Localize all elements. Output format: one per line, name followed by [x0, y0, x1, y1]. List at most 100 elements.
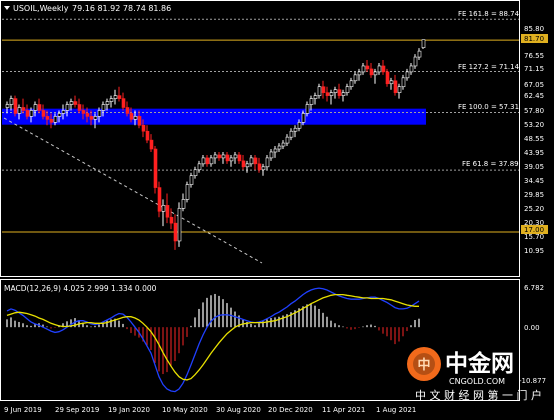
macd-frame	[0, 279, 520, 401]
candle-body	[257, 163, 262, 171]
candle-body	[29, 110, 34, 117]
time-label: 20 Dec 2020	[268, 406, 313, 414]
macd-axis-label: 6.782	[524, 284, 544, 292]
candle-body	[13, 98, 18, 114]
candle-body	[173, 222, 178, 242]
time-label: 9 Jun 2019	[4, 406, 42, 414]
candle-body	[245, 163, 250, 168]
candle-body	[37, 104, 42, 111]
price-label: 43.95	[524, 149, 544, 157]
candle-body	[241, 160, 246, 168]
candle-body	[61, 110, 66, 114]
candle-body	[253, 157, 258, 165]
price-label: 67.05	[524, 81, 544, 89]
candle-body	[381, 65, 386, 73]
candle-body	[293, 127, 298, 132]
chart-window[interactable]: USOIL,Weekly 79.16 81.92 78.74 81.86 FE …	[0, 0, 554, 416]
candle-body	[337, 89, 342, 96]
candle-body	[341, 92, 346, 96]
macd-axis-label: -10.877	[519, 377, 546, 385]
ohlc-values: 79.16 81.92 78.74 81.86	[72, 4, 171, 13]
candle-body	[89, 116, 94, 120]
candle-body	[125, 107, 130, 114]
candle-body	[149, 139, 154, 150]
fibo-label-100: FE 100.0 = 57.31	[458, 103, 519, 111]
candle-body	[357, 71, 362, 76]
price-axis[interactable]: 85.80 81.70 76.55 71.15 67.05 62.45 57.8…	[521, 25, 548, 255]
candle-body	[209, 157, 214, 165]
candle-body	[9, 98, 14, 105]
candle-body	[145, 130, 150, 141]
candle-body	[297, 122, 302, 129]
candle-body	[225, 154, 230, 162]
price-label: 62.45	[524, 92, 544, 100]
watermark-domain: CNGOLD.COM	[449, 377, 505, 386]
candle-body	[221, 154, 226, 159]
candle-body	[289, 130, 294, 138]
candle-body	[273, 148, 278, 153]
candle-body	[21, 107, 26, 111]
candle-body	[197, 163, 202, 171]
candle-body	[325, 92, 330, 96]
candle-body	[185, 184, 190, 200]
candle-body	[401, 77, 406, 88]
time-label: 10 May 2020	[162, 406, 208, 414]
candle-body	[69, 101, 74, 105]
watermark: 中 中金网 CNGOLD.COM 中 文 财 经 网 第 一 门 户	[407, 347, 542, 402]
candle-body	[77, 104, 82, 111]
price-label: 29.85	[524, 191, 544, 199]
candle-body	[41, 110, 46, 117]
candle-body	[129, 113, 134, 120]
candle-body	[101, 104, 106, 111]
candle-body	[165, 205, 170, 218]
candle-body	[113, 95, 118, 99]
candle-body	[49, 119, 54, 123]
candle-body	[397, 86, 402, 93]
time-axis[interactable]: 9 Jun 2019 29 Sep 2019 19 Jan 2020 10 Ma…	[4, 406, 416, 414]
candle-body	[305, 104, 310, 114]
price-label: 76.55	[524, 52, 544, 60]
candle-body	[117, 95, 122, 99]
price-label: 71.15	[524, 65, 544, 73]
fibo-label-127: FE 127.2 = 71.14	[458, 63, 520, 71]
candle-body	[45, 116, 50, 120]
candle-body	[105, 101, 110, 105]
candle-body	[109, 98, 114, 102]
price-label: 25.20	[524, 205, 544, 213]
candle-body	[85, 113, 90, 117]
macd-axis[interactable]: 6.782 0.00 -10.877	[519, 284, 546, 385]
price-label: 53.20	[524, 121, 544, 129]
watermark-brand: 中金网	[445, 350, 514, 377]
candle-body	[361, 65, 366, 73]
cngold-logo-glyph-icon: 中	[417, 357, 430, 373]
candle-body	[137, 116, 142, 126]
candle-body	[53, 116, 58, 123]
price-label: 15.70	[524, 233, 544, 241]
candle-body	[189, 175, 194, 185]
price-label: 85.80	[524, 25, 544, 33]
candle-body	[5, 104, 10, 108]
candle-body	[421, 39, 426, 48]
candle-body	[201, 157, 206, 165]
candle-body	[93, 116, 98, 120]
candle-body	[181, 199, 186, 209]
time-label: 19 Jan 2020	[108, 406, 150, 414]
candle-body	[309, 98, 314, 105]
candle-body	[321, 86, 326, 93]
candle-body	[237, 154, 242, 162]
candle-body	[385, 71, 390, 85]
price-tag-81-70: 81.70	[524, 35, 544, 43]
candle-body	[57, 113, 62, 117]
candle-body	[97, 110, 102, 117]
candle-body	[353, 74, 358, 82]
candle-body	[141, 124, 146, 132]
candle-body	[301, 113, 306, 123]
candle-body	[157, 187, 162, 212]
candle-body	[153, 148, 158, 188]
candle-body	[317, 86, 322, 96]
chart-canvas[interactable]: USOIL,Weekly 79.16 81.92 78.74 81.86 FE …	[0, 0, 554, 416]
candle-body	[249, 157, 254, 165]
candle-body	[193, 169, 198, 177]
price-label: 57.80	[524, 107, 544, 115]
candle-body	[261, 166, 266, 171]
